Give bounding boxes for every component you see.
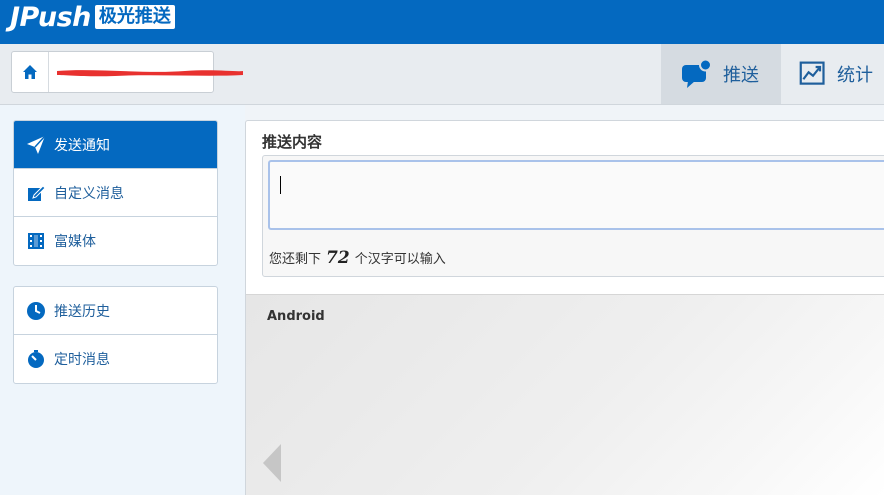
main-content: 推送内容 您还剩下 72 个汉字可以输入 Android bbox=[245, 120, 884, 495]
text-caret bbox=[280, 176, 281, 194]
home-button[interactable] bbox=[12, 52, 49, 92]
sub-navigation-bar: 推送 统计 bbox=[0, 44, 884, 105]
film-icon bbox=[25, 230, 47, 252]
line-chart-icon bbox=[799, 61, 825, 85]
sidebar-item-custom-message[interactable]: 自定义消息 bbox=[14, 169, 217, 217]
nav-push-label: 推送 bbox=[723, 65, 759, 86]
chat-bubble-icon bbox=[682, 58, 712, 88]
prev-arrow-icon[interactable] bbox=[262, 443, 282, 483]
section-title: 推送内容 bbox=[262, 133, 323, 151]
home-icon bbox=[23, 65, 37, 79]
sidebar-item-rich-media[interactable]: 富媒体 bbox=[14, 217, 217, 265]
logo-text: JPush bbox=[10, 1, 91, 33]
breadcrumb bbox=[11, 51, 243, 93]
sidebar-item-label: 推送历史 bbox=[54, 303, 110, 320]
send-icon bbox=[25, 134, 47, 156]
push-content-textarea[interactable] bbox=[268, 160, 884, 230]
logo-cn-text: 极光推送 bbox=[94, 5, 175, 29]
sidebar-item-label: 定时消息 bbox=[54, 352, 110, 368]
sidebar-item-scheduled-message[interactable]: 定时消息 bbox=[14, 335, 217, 383]
char-remaining-text: 您还剩下 72 个汉字可以输入 bbox=[269, 248, 446, 268]
sidebar-item-label: 自定义消息 bbox=[54, 185, 124, 202]
nav-statistics-label: 统计 bbox=[837, 65, 873, 86]
sidebar-item-label: 富媒体 bbox=[54, 234, 96, 250]
jpush-logo[interactable]: JPush 极光推送 bbox=[10, 0, 175, 34]
edit-icon bbox=[25, 182, 47, 204]
preview-platform-label: Android bbox=[267, 309, 325, 324]
remain-count: 72 bbox=[326, 248, 350, 268]
sidebar-item-label: 发送通知 bbox=[54, 137, 110, 154]
left-sidebar: 发送通知 自定义消息 富媒体 推送历史 定时消息 bbox=[0, 105, 245, 495]
sidebar-menu-history: 推送历史 定时消息 bbox=[13, 286, 218, 384]
top-header: JPush 极光推送 bbox=[0, 0, 884, 44]
sidebar-item-send-notification[interactable]: 发送通知 bbox=[14, 121, 217, 169]
nav-push[interactable]: 推送 bbox=[661, 44, 781, 104]
redacted-app-name bbox=[57, 70, 243, 77]
clock-icon bbox=[25, 300, 47, 322]
remain-suffix: 个汉字可以输入 bbox=[354, 252, 446, 267]
remain-prefix: 您还剩下 bbox=[269, 252, 322, 267]
sidebar-item-push-history[interactable]: 推送历史 bbox=[14, 287, 217, 335]
platform-preview: Android bbox=[246, 294, 884, 495]
nav-statistics[interactable]: 统计 bbox=[781, 44, 884, 104]
push-content-box: 您还剩下 72 个汉字可以输入 bbox=[262, 155, 884, 277]
timer-icon bbox=[25, 348, 47, 370]
sidebar-menu-create: 发送通知 自定义消息 富媒体 bbox=[13, 120, 218, 266]
